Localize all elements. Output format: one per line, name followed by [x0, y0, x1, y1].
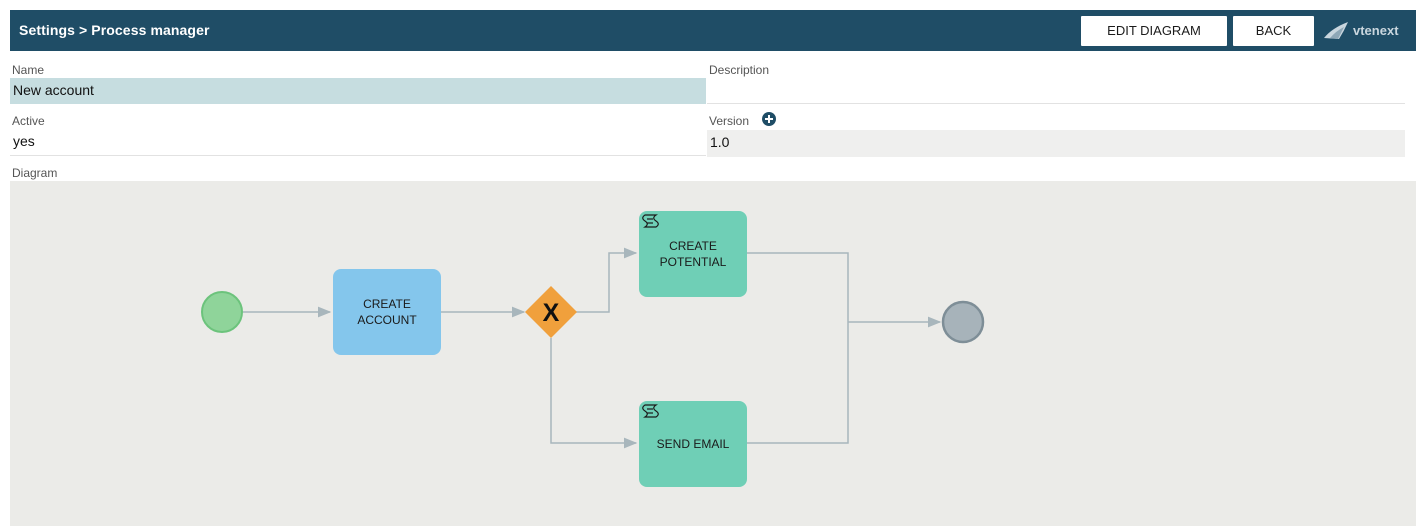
task-send-email[interactable]: SEND EMAIL — [639, 401, 747, 487]
top-bar: Settings > Process manager EDIT DIAGRAM … — [10, 10, 1416, 51]
name-field[interactable]: New account — [10, 78, 706, 104]
version-field: 1.0 — [707, 130, 1405, 157]
version-label: Version — [709, 114, 750, 128]
task-send-email-label: SEND EMAIL — [657, 437, 730, 451]
gateway-x-icon: X — [543, 299, 560, 327]
task-create-potential[interactable]: CREATE POTENTIAL — [639, 211, 747, 297]
breadcrumb: Settings > Process manager — [19, 22, 210, 38]
flow-gateway-to-email — [550, 338, 638, 449]
task-create-potential-line1: CREATE — [669, 239, 717, 253]
task-create-potential-line2: POTENTIAL — [660, 255, 727, 269]
edit-diagram-button[interactable]: EDIT DIAGRAM — [1081, 16, 1227, 46]
logo-text: vtenext — [1353, 23, 1399, 38]
process-diagram: CREATE ACCOUNT X CREATE POTENTIAL SEND E… — [201, 211, 985, 487]
plus-icon[interactable] — [762, 112, 776, 126]
active-field[interactable]: yes — [10, 130, 706, 156]
diagram-label: Diagram — [12, 166, 58, 180]
flow-potential-to-merge — [747, 252, 849, 322]
start-event[interactable] — [201, 291, 243, 333]
task-create-account-line2: ACCOUNT — [357, 313, 417, 327]
exclusive-gateway[interactable]: X — [525, 286, 577, 338]
task-create-account-line1: CREATE — [363, 297, 411, 311]
back-button[interactable]: BACK — [1233, 16, 1314, 46]
active-label: Active — [12, 114, 45, 128]
description-label: Description — [709, 63, 770, 77]
end-event[interactable] — [941, 300, 985, 344]
description-field[interactable] — [707, 78, 1405, 104]
task-create-account[interactable]: CREATE ACCOUNT — [333, 269, 441, 355]
diagram-canvas[interactable]: CREATE ACCOUNT X CREATE POTENTIAL SEND E… — [10, 181, 1416, 526]
vtenext-logo: vtenext — [1319, 10, 1416, 51]
logo-icon — [1324, 22, 1348, 39]
flow-email-to-merge — [747, 322, 849, 444]
name-label: Name — [12, 63, 45, 77]
flow-gateway-to-potential — [576, 247, 638, 313]
